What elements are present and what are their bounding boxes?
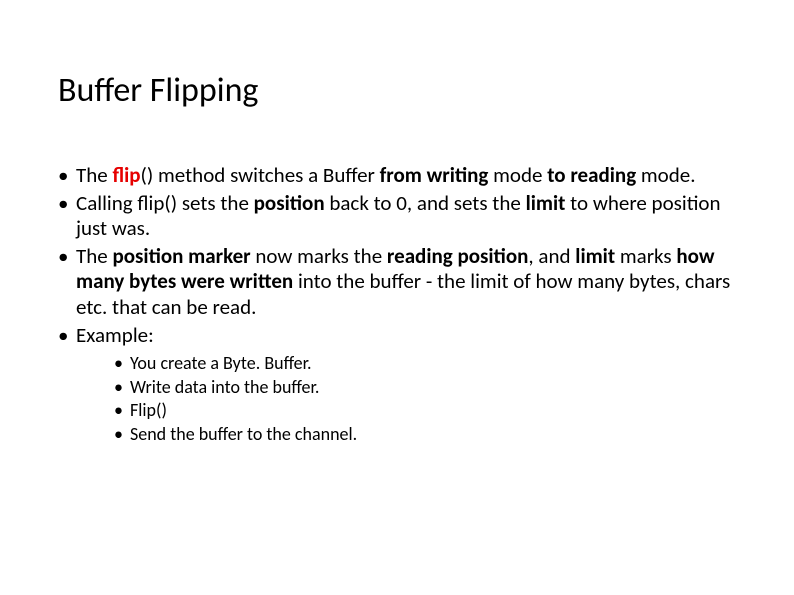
bullet-item: The flip() method switches a Buffer from… bbox=[58, 163, 736, 189]
sub-bullet-item: You create a Byte. Buffer. bbox=[114, 352, 736, 375]
slide-title: Buffer Flipping bbox=[58, 70, 736, 111]
bullet-text: Calling flip() sets the position back to… bbox=[76, 190, 721, 242]
sub-bullet-list: You create a Byte. Buffer.Write data int… bbox=[114, 352, 736, 445]
sub-bullet-item: Flip() bbox=[114, 399, 736, 422]
bullet-text: The flip() method switches a Buffer from… bbox=[76, 162, 696, 188]
bullet-item: Example: You create a Byte. Buffer.Write … bbox=[58, 323, 736, 446]
bullet-item: Calling flip() sets the position back to… bbox=[58, 191, 736, 242]
bullet-item: The position marker now marks the readin… bbox=[58, 244, 736, 321]
bullet-text: The position marker now marks the readin… bbox=[76, 243, 730, 320]
bullet-list: The flip() method switches a Buffer from… bbox=[58, 163, 736, 445]
sub-bullet-text: You create a Byte. Buffer. bbox=[130, 352, 312, 374]
slide: Buffer Flipping The flip() method switch… bbox=[0, 0, 794, 595]
sub-bullet-text: Write data into the buffer. bbox=[130, 376, 319, 398]
bullet-text: Example: bbox=[76, 322, 154, 348]
sub-bullet-text: Flip() bbox=[130, 399, 167, 421]
sub-bullet-text: Send the buffer to the channel. bbox=[130, 423, 357, 445]
sub-bullet-item: Write data into the buffer. bbox=[114, 376, 736, 399]
sub-bullet-item: Send the buffer to the channel. bbox=[114, 423, 736, 446]
